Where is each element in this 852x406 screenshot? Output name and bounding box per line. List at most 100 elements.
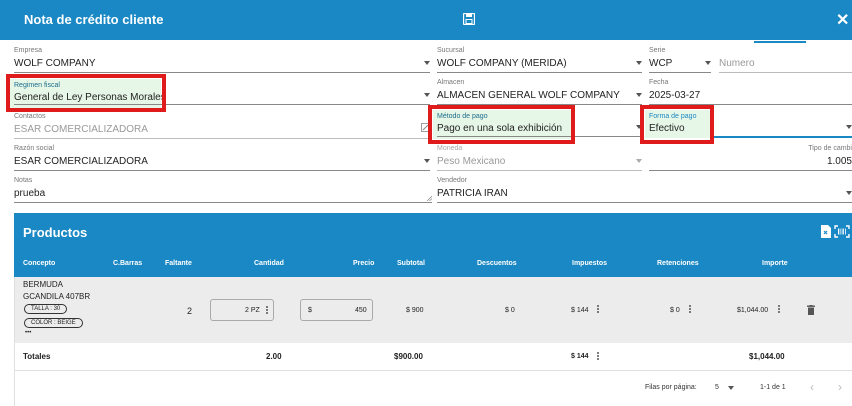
- close-icon[interactable]: ✕: [836, 10, 849, 30]
- chevron-down-icon[interactable]: [636, 93, 642, 97]
- delete-icon[interactable]: [807, 305, 815, 315]
- kebab-icon[interactable]: [597, 352, 599, 361]
- razon-value: ESAR COMERCIALIZADORA: [14, 156, 148, 167]
- vendedor-label: Vendedor: [437, 177, 467, 184]
- field-underline: [649, 72, 711, 73]
- field-underline: [649, 170, 852, 171]
- chevron-down-icon[interactable]: [424, 61, 430, 65]
- serie-label: Serie: [649, 47, 666, 54]
- tipo-cambio-value: 1.005: [826, 156, 852, 167]
- fecha-value: 2025-03-27: [649, 90, 701, 101]
- tipo-cambio-label: Tipo de cambi: [808, 145, 852, 152]
- totals-importe: $1,044.00: [749, 352, 785, 361]
- table-border: [14, 277, 15, 406]
- empresa-value: WOLF COMPANY: [14, 58, 96, 69]
- field-underline: [437, 72, 642, 73]
- col-importe[interactable]: Importe: [762, 260, 788, 267]
- notas-value: prueba: [14, 188, 46, 199]
- chevron-down-icon[interactable]: [636, 61, 642, 65]
- highlight-box: [640, 105, 714, 144]
- rows-per-page-label: Filas por página:: [645, 384, 697, 391]
- kebab-icon[interactable]: [266, 306, 268, 315]
- highlight-box: [6, 74, 166, 112]
- concepto-line-1: BERMUDA: [23, 280, 64, 289]
- more-icon[interactable]: •••: [25, 330, 31, 336]
- fecha-label: Fecha: [649, 79, 669, 86]
- contactos-value: ESAR COMERCIALIZADORA: [14, 124, 148, 135]
- field-underline: [437, 170, 642, 171]
- productos-header: Productos Concepto C.Barras Faltante Can…: [14, 213, 852, 277]
- impuestos-value: $ 144: [571, 307, 589, 314]
- totals-cantidad: 2.00: [266, 352, 282, 361]
- chevron-down-icon[interactable]: [424, 159, 430, 163]
- kebab-icon[interactable]: [689, 305, 691, 314]
- col-impuestos[interactable]: Impuestos: [572, 260, 607, 267]
- resize-handle-icon[interactable]: [427, 196, 432, 201]
- chevron-down-icon[interactable]: [636, 159, 642, 163]
- col-precio[interactable]: Precio: [353, 260, 374, 267]
- rows-per-page-value[interactable]: 5: [715, 384, 719, 391]
- highlight-box: [428, 105, 575, 144]
- precio-input[interactable]: $ 450: [300, 299, 373, 321]
- serie-value: WCP: [649, 58, 673, 69]
- almacen-value: ALMACEN GENERAL WOLF COMPANY: [437, 90, 620, 101]
- moneda-value: Peso Mexicano: [437, 156, 506, 167]
- field-underline: [14, 202, 432, 203]
- concepto-line-2: GCANDILA 407BR: [23, 292, 91, 301]
- chevron-down-icon[interactable]: [846, 125, 852, 129]
- chevron-down-icon[interactable]: [424, 93, 430, 97]
- almacen-label: Almacen: [437, 79, 465, 86]
- tab-indicator: [754, 41, 806, 43]
- save-icon[interactable]: [463, 13, 475, 25]
- variant-chip-color: COLOR : BEIGE: [24, 318, 83, 328]
- col-cbarras[interactable]: C.Barras: [113, 260, 142, 267]
- page-title: Nota de crédito cliente: [24, 12, 164, 27]
- table-row[interactable]: BERMUDA GCANDILA 407BR TALLA : 30 COLOR …: [14, 277, 852, 343]
- field-underline: [437, 202, 852, 203]
- contactos-label: Contactos: [14, 113, 46, 120]
- barcode-scan-icon[interactable]: [834, 225, 850, 238]
- sucursal-label: Sucursal: [437, 47, 465, 54]
- numero-placeholder: Numero: [719, 58, 755, 69]
- retenciones-value: $ 0: [670, 307, 680, 314]
- export-file-icon[interactable]: [821, 225, 831, 238]
- variant-chip-talla: TALLA : 30: [24, 304, 68, 314]
- page-range: 1-1 de 1: [760, 384, 786, 391]
- sucursal-value: WOLF COMPANY (MERIDA): [437, 58, 567, 69]
- field-underline: [14, 138, 430, 139]
- descuentos-value: $ 0: [505, 307, 515, 314]
- subtotal-value: $ 900: [406, 307, 424, 314]
- moneda-label: Moneda: [437, 145, 463, 152]
- chevron-down-icon[interactable]: [705, 61, 711, 65]
- kebab-icon[interactable]: [778, 305, 780, 314]
- kebab-icon[interactable]: [597, 305, 599, 314]
- field-underline: [14, 72, 430, 73]
- faltante-value: 2: [187, 306, 193, 316]
- productos-title: Productos: [23, 225, 88, 240]
- chevron-down-icon[interactable]: [728, 386, 734, 390]
- cantidad-value: 2 PZ: [245, 307, 260, 314]
- notas-label: Notas: [14, 177, 33, 184]
- vendedor-value: PATRICIA IRAN: [437, 188, 508, 199]
- next-page-icon[interactable]: ›: [838, 380, 842, 394]
- col-faltante[interactable]: Faltante: [165, 260, 192, 267]
- col-cantidad[interactable]: Cantidad: [254, 260, 284, 267]
- col-concepto[interactable]: Concepto: [23, 260, 55, 267]
- title-bar: Nota de crédito cliente ✕: [0, 0, 852, 40]
- totals-label: Totales: [23, 352, 51, 361]
- col-subtotal[interactable]: Subtotal: [397, 260, 425, 267]
- col-retenciones[interactable]: Retenciones: [657, 260, 699, 267]
- totals-subtotal: $900.00: [394, 352, 423, 361]
- precio-value: 450: [355, 307, 367, 314]
- col-descuentos[interactable]: Descuentos: [477, 260, 517, 267]
- totals-row: Totales 2.00 $900.00 $ 144 $1,044.00: [14, 343, 852, 371]
- precio-prefix: $: [308, 307, 312, 314]
- totals-impuestos: $ 144: [571, 353, 589, 360]
- prev-page-icon[interactable]: ‹: [810, 380, 814, 394]
- cantidad-input[interactable]: 2 PZ: [210, 299, 274, 321]
- importe-value: $1,044.00: [737, 307, 769, 314]
- field-underline: [14, 170, 430, 171]
- empresa-label: Empresa: [14, 47, 43, 54]
- field-underline: [719, 72, 852, 73]
- chevron-down-icon[interactable]: [846, 191, 852, 195]
